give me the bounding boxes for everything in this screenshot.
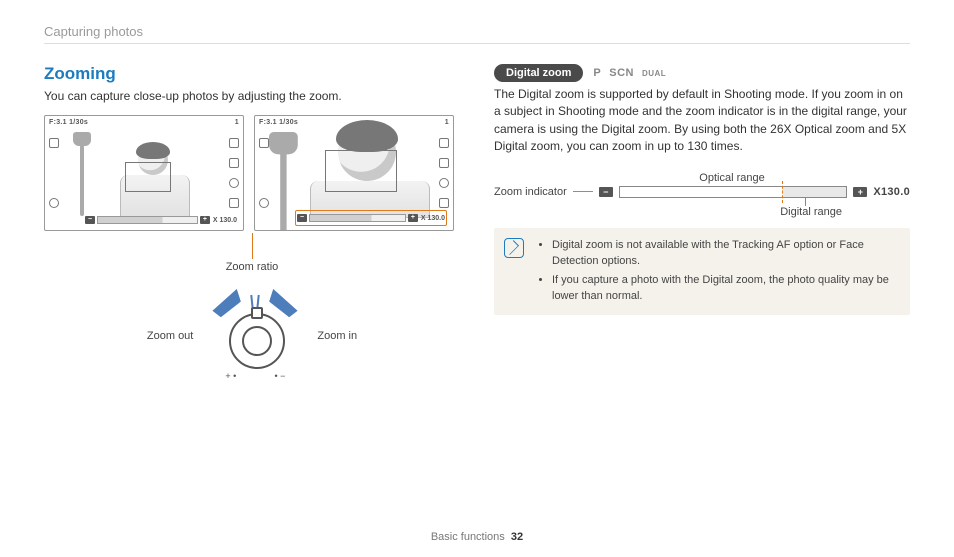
lcd-exposure-readout: F:3.1 1/30s bbox=[49, 119, 88, 126]
lcd-preview-tele: F:3.1 1/30s 1 bbox=[254, 115, 454, 231]
lamp-post-graphic bbox=[269, 132, 298, 231]
zoom-bar: − + X 130.0 bbox=[85, 214, 237, 226]
quality-icon bbox=[439, 158, 449, 168]
left-column: Zooming You can capture close-up photos … bbox=[44, 64, 460, 379]
mode-p-icon: P bbox=[593, 67, 601, 79]
footer-section-name: Basic functions bbox=[431, 531, 505, 543]
zoom-bar-minus-icon: − bbox=[85, 216, 95, 224]
page-footer: Basic functions 32 bbox=[0, 531, 954, 543]
two-column-layout: Zooming You can capture close-up photos … bbox=[44, 64, 910, 379]
zoom-indicator-label: Zoom indicator bbox=[494, 186, 567, 198]
zoom-bar-value: X 130.0 bbox=[421, 215, 445, 222]
flash-icon bbox=[229, 138, 239, 148]
zoom-indicator-minus-icon: − bbox=[599, 187, 613, 197]
zoom-bar-plus-icon: + bbox=[408, 214, 418, 222]
optical-range-label: Optical range bbox=[554, 172, 910, 184]
battery-icon bbox=[439, 198, 449, 208]
note-box: Digital zoom is not available with the T… bbox=[494, 228, 910, 316]
zoom-bar-track bbox=[309, 214, 406, 222]
lever-plus-mark: + • bbox=[225, 371, 236, 381]
zoom-bar-minus-icon: − bbox=[297, 214, 307, 222]
head-rule bbox=[44, 43, 910, 44]
zoom-indicator-diagram: Optical range Zoom indicator − + X130.0 … bbox=[494, 172, 910, 218]
zoom-bar-value: X 130.0 bbox=[213, 217, 237, 224]
running-head: Capturing photos bbox=[44, 24, 910, 39]
note-item: If you capture a photo with the Digital … bbox=[552, 273, 898, 305]
digital-zoom-paragraph: The Digital zoom is supported by default… bbox=[494, 86, 910, 156]
footer-page-number: 32 bbox=[511, 531, 523, 543]
note-icon bbox=[504, 238, 524, 258]
battery-icon bbox=[229, 198, 239, 208]
mode-scn-icon: SCN bbox=[609, 67, 634, 79]
note-item: Digital zoom is not available with the T… bbox=[552, 238, 898, 270]
zoom-indicator-track bbox=[619, 186, 848, 198]
supported-modes: P SCN DUAL bbox=[593, 67, 666, 79]
zoom-bar-highlighted: − + X 130.0 bbox=[295, 210, 447, 226]
lcd-exposure-readout: F:3.1 1/30s bbox=[259, 119, 298, 126]
quality-icon bbox=[229, 158, 239, 168]
zoom-lever-graphic: + • • − bbox=[207, 293, 303, 379]
manual-page: Capturing photos Zooming You can capture… bbox=[0, 0, 954, 557]
mode-dual-icon: DUAL bbox=[642, 69, 666, 78]
zoom-out-label: Zoom out bbox=[147, 330, 193, 342]
lever-minus-mark: • − bbox=[274, 371, 285, 381]
zoom-in-label: Zoom in bbox=[317, 330, 357, 342]
digital-zoom-pill: Digital zoom bbox=[494, 64, 583, 82]
focus-frame bbox=[125, 162, 171, 192]
zoom-indicator-plus-icon: + bbox=[853, 187, 867, 197]
section-heading-zooming: Zooming bbox=[44, 64, 460, 84]
zoom-lever-diagram: Zoom out + • • − Zoom in bbox=[44, 293, 460, 379]
af-icon bbox=[49, 198, 59, 208]
flash-icon bbox=[439, 138, 449, 148]
timer-icon bbox=[229, 178, 239, 188]
right-column: Digital zoom P SCN DUAL The Digital zoom… bbox=[494, 64, 910, 379]
lcd-shots-remaining: 1 bbox=[235, 119, 239, 126]
digital-zoom-heading-row: Digital zoom P SCN DUAL bbox=[494, 64, 910, 82]
digital-range-label: Digital range bbox=[494, 206, 842, 218]
zooming-intro: You can capture close-up photos by adjus… bbox=[44, 88, 460, 105]
zoom-bar-plus-icon: + bbox=[200, 216, 210, 224]
callout-line bbox=[573, 191, 593, 192]
af-icon bbox=[259, 198, 269, 208]
zoom-ratio-callout: Zoom ratio bbox=[44, 261, 460, 273]
zoom-indicator-value: X130.0 bbox=[873, 186, 910, 198]
lcd-preview-wide: F:3.1 1/30s 1 bbox=[44, 115, 244, 231]
zoom-out-arrow-icon bbox=[209, 289, 244, 319]
lamp-post-graphic bbox=[73, 132, 91, 216]
zoom-in-arrow-icon bbox=[267, 289, 302, 319]
mode-icon bbox=[49, 138, 59, 148]
preview-pair: F:3.1 1/30s 1 bbox=[44, 115, 460, 231]
lcd-shots-remaining: 1 bbox=[445, 119, 449, 126]
focus-frame bbox=[325, 150, 397, 192]
mode-icon bbox=[259, 138, 269, 148]
timer-icon bbox=[439, 178, 449, 188]
zoom-bar-track bbox=[97, 216, 198, 224]
